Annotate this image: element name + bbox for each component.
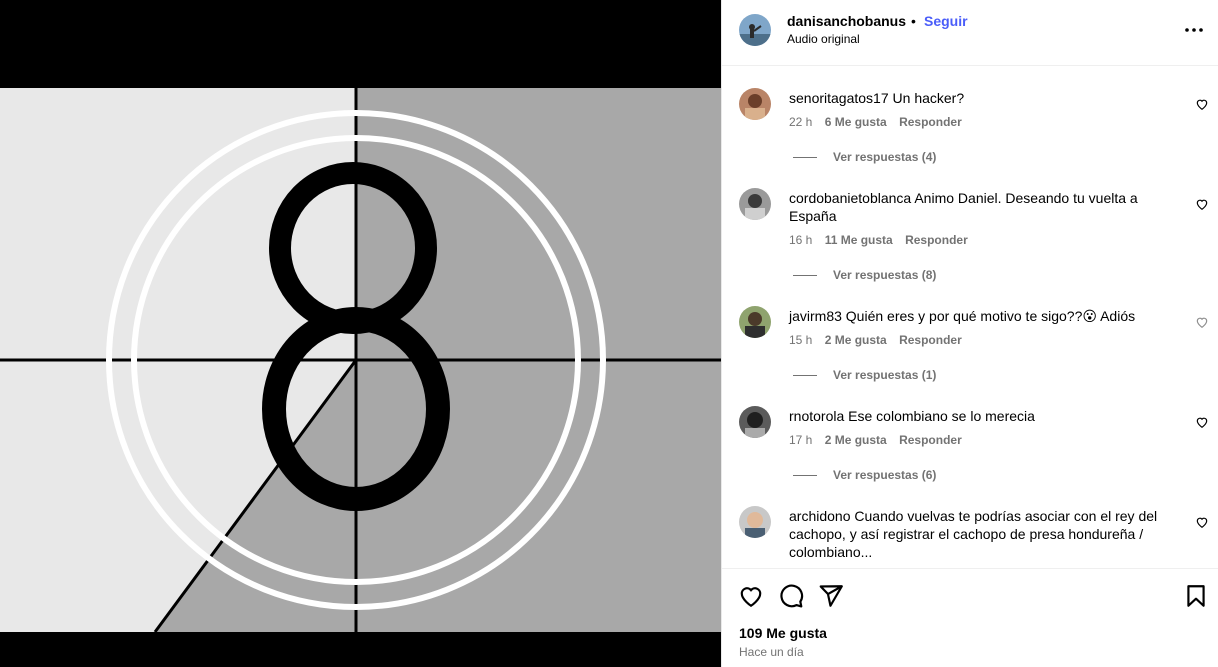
author-avatar[interactable] [739,14,771,46]
comment-body: Ese colombiano se lo merecia [848,408,1035,424]
comment-text: archidono Cuando vuelvas te podrías asoc… [789,507,1169,561]
post-media[interactable] [0,0,721,667]
audio-label[interactable]: Audio original [787,32,860,46]
comment-meta: 17 h 2 Me gusta Responder [789,433,971,447]
view-replies-label: Ver respuestas (8) [833,268,937,282]
replies-divider [793,375,817,377]
comment-text: senoritagatos17 Un hacker? [789,89,1169,107]
replies-divider [793,275,817,277]
comment-text: cordobanietoblanca Animo Daniel. Deseand… [789,189,1169,225]
comment-meta: 15 h 2 Me gusta Responder [789,333,971,347]
comment-heart-icon[interactable] [1195,97,1209,111]
commenter-avatar[interactable] [739,88,771,120]
post-likes-count[interactable]: 109 Me gusta [739,625,827,641]
post-actions: 109 Me gusta Hace un día [722,568,1218,667]
comments-list[interactable]: senoritagatos17 Un hacker? 22 h 6 Me gus… [722,67,1218,568]
comment-heart-icon[interactable] [1195,415,1209,429]
commenter-avatar[interactable] [739,188,771,220]
comment-text: javirm83 Quién eres y por qué motivo te … [789,307,1169,325]
countdown-leader-image [0,0,721,667]
view-replies-button[interactable]: Ver respuestas (4) [793,150,936,164]
comment-heart-icon[interactable] [1195,315,1209,329]
post-header: danisanchobanus • Seguir Audio original [722,0,1218,66]
comment-time[interactable]: 15 h [789,333,812,347]
comment-body: Un hacker? [892,90,965,106]
view-replies-button[interactable]: Ver respuestas (6) [793,468,936,482]
view-replies-button[interactable]: Ver respuestas (8) [793,268,936,282]
commenter-username[interactable]: cordobanietoblanca [789,190,911,206]
replies-divider [793,475,817,477]
bookmark-icon[interactable] [1183,583,1209,609]
more-options-icon[interactable] [1182,20,1206,40]
post-time-ago[interactable]: Hace un día [739,645,804,659]
comment-meta: 22 h 6 Me gusta Responder [789,115,971,129]
comment-meta: 16 h 11 Me gusta Responder [789,233,977,247]
commenter-username[interactable]: javirm83 [789,308,842,324]
commenter-avatar[interactable] [739,406,771,438]
comment-likes[interactable]: 11 Me gusta [825,233,893,247]
commenter-username[interactable]: archidono [789,508,851,524]
replies-divider [793,157,817,159]
comment-time[interactable]: 16 h [789,233,812,247]
comment-time[interactable]: 22 h [789,115,812,129]
reply-button[interactable]: Responder [899,333,962,347]
post-side-panel: danisanchobanus • Seguir Audio original … [721,0,1218,667]
heart-icon[interactable] [738,583,764,609]
commenter-avatar[interactable] [739,506,771,538]
reply-button[interactable]: Responder [899,115,962,129]
comment-heart-icon[interactable] [1195,197,1209,211]
view-replies-label: Ver respuestas (4) [833,150,937,164]
separator-dot: • [911,13,916,29]
author-username[interactable]: danisanchobanus [787,13,906,29]
comment-icon[interactable] [778,583,804,609]
comment-likes[interactable]: 2 Me gusta [825,433,887,447]
commenter-username[interactable]: senoritagatos17 [789,90,889,106]
comment-text: rnotorola Ese colombiano se lo merecia [789,407,1169,425]
commenter-avatar[interactable] [739,306,771,338]
comment-heart-icon[interactable] [1195,515,1209,529]
reply-button[interactable]: Responder [905,233,968,247]
view-replies-label: Ver respuestas (6) [833,468,937,482]
comment-likes[interactable]: 6 Me gusta [825,115,887,129]
comment-body: Quién eres y por qué motivo te sigo??😮 A… [845,308,1136,324]
comment-likes[interactable]: 2 Me gusta [825,333,887,347]
share-icon[interactable] [818,583,844,609]
follow-button[interactable]: Seguir [924,13,968,29]
commenter-username[interactable]: rnotorola [789,408,844,424]
comment-time[interactable]: 17 h [789,433,812,447]
view-replies-button[interactable]: Ver respuestas (1) [793,368,936,382]
view-replies-label: Ver respuestas (1) [833,368,937,382]
reply-button[interactable]: Responder [899,433,962,447]
